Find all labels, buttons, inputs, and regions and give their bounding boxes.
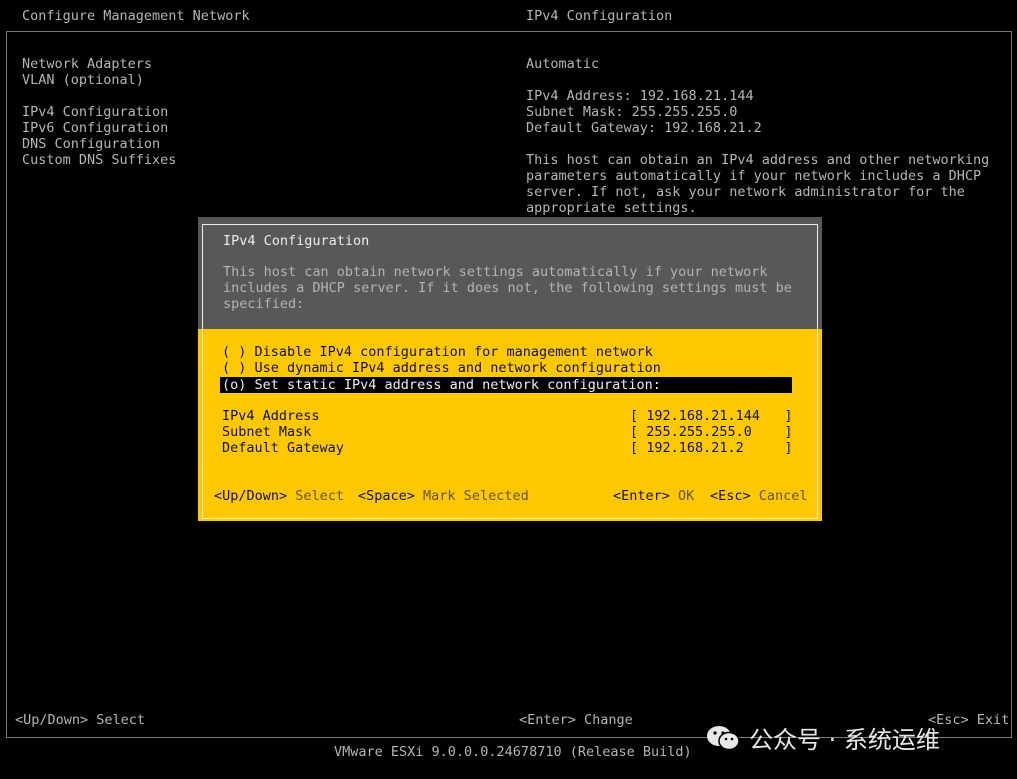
right-description-line: parameters automatically if your network… xyxy=(526,168,982,184)
subnet-mask-label: Subnet Mask xyxy=(222,424,312,440)
menu-item-network-adapters[interactable]: Network Adapters xyxy=(22,56,152,72)
ok-label: OK xyxy=(678,488,695,504)
esc-key: <Esc> xyxy=(710,488,751,504)
default-gateway-line: Default Gateway: 192.168.21.2 xyxy=(526,120,762,136)
footer-space-hint: <Space> Mark Selected xyxy=(358,488,529,504)
header-divider xyxy=(6,31,1010,32)
menu-item-vlan[interactable]: VLAN (optional) xyxy=(22,72,144,88)
cancel-label: Cancel xyxy=(758,488,808,504)
left-pane-title: Configure Management Network xyxy=(22,8,250,24)
option-static-ipv4[interactable]: (o) Set static IPv4 address and network … xyxy=(220,377,792,393)
space-key: <Space> xyxy=(358,488,415,504)
option-disable-ipv4[interactable]: ( ) Disable IPv4 configuration for manag… xyxy=(222,344,653,360)
footer-updown-hint: <Up/Down> Select xyxy=(214,488,344,504)
option-dynamic-ipv4[interactable]: ( ) Use dynamic IPv4 address and network… xyxy=(222,360,661,376)
default-gateway-label: Default Gateway xyxy=(222,440,344,456)
watermark: 公众号 · 系统运维 xyxy=(705,720,940,755)
version-string: VMware ESXi 9.0.0.0.24678710 (Release Bu… xyxy=(334,744,692,760)
right-description-line: appropriate settings. xyxy=(526,200,697,216)
right-description-line: This host can obtain an IPv4 address and… xyxy=(526,152,990,168)
subnet-mask-input[interactable]: [ 255.255.255.0 ] xyxy=(630,424,793,440)
ok-button[interactable]: <Enter> OK xyxy=(613,488,694,504)
enter-key: <Enter> xyxy=(613,488,670,504)
menu-item-custom-dns-suffixes[interactable]: Custom DNS Suffixes xyxy=(22,152,176,168)
bottom-exit-hint: <Esc> Exit xyxy=(928,712,1010,728)
subnet-mask-line: Subnet Mask: 255.255.255.0 xyxy=(526,104,738,120)
cancel-button[interactable]: <Esc> Cancel xyxy=(710,488,808,504)
menu-item-ipv4-configuration[interactable]: IPv4 Configuration xyxy=(22,104,168,120)
space-action: Mark Selected xyxy=(423,488,529,504)
ipv4-address-label: IPv4 Address xyxy=(222,408,320,424)
updown-action: Select xyxy=(295,488,345,504)
bottom-change-hint: <Enter> Change xyxy=(519,712,633,728)
menu-item-dns-configuration[interactable]: DNS Configuration xyxy=(22,136,160,152)
right-pane-title: IPv4 Configuration xyxy=(526,8,673,24)
wechat-icon xyxy=(707,725,740,750)
ipv4-configuration-dialog: IPv4 Configuration This host can obtain … xyxy=(198,217,822,521)
updown-key: <Up/Down> xyxy=(214,488,288,504)
right-description-line: server. If not, ask your network adminis… xyxy=(526,184,965,200)
dialog-description-line: specified: xyxy=(223,296,305,312)
dialog-description-line: This host can obtain network settings au… xyxy=(223,264,768,280)
ipv4-address-line: IPv4 Address: 192.168.21.144 xyxy=(526,88,754,104)
ipv4-address-input[interactable]: [ 192.168.21.144 ] xyxy=(630,408,793,424)
menu-item-ipv6-configuration[interactable]: IPv6 Configuration xyxy=(22,120,168,136)
bottom-select-hint: <Up/Down> Select xyxy=(15,712,146,728)
dialog-title: IPv4 Configuration xyxy=(223,233,370,249)
dialog-description-line: includes a DHCP server. If it does not, … xyxy=(223,280,792,296)
default-gateway-input[interactable]: [ 192.168.21.2 ] xyxy=(630,440,793,456)
ipv4-mode: Automatic xyxy=(526,56,600,72)
watermark-text: 公众号 · 系统运维 xyxy=(749,726,940,754)
